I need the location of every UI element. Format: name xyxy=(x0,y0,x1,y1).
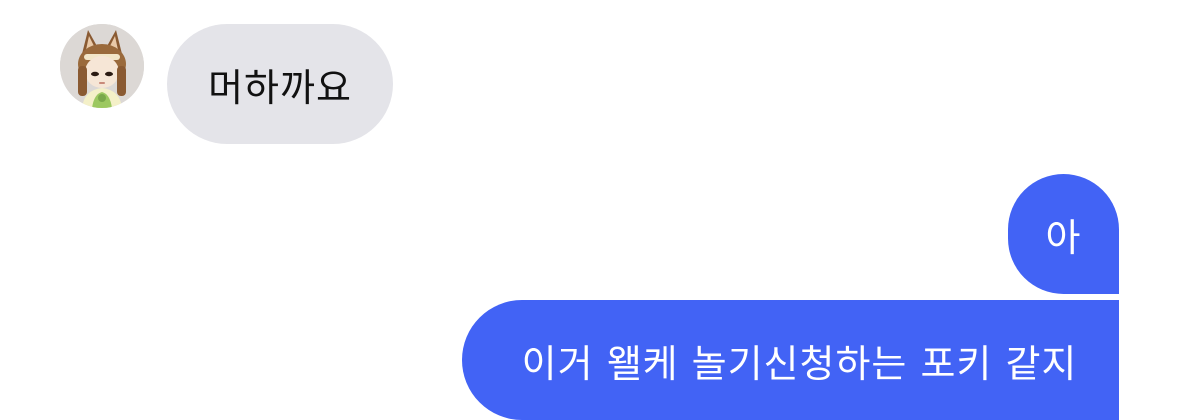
chat-thread: 머하까요 아 이거 왤케 놀기신청하는 포키 같지 xyxy=(0,0,1179,420)
contact-avatar[interactable] xyxy=(60,24,144,108)
incoming-message-bubble[interactable]: 머하까요 xyxy=(167,24,393,144)
avatar-image xyxy=(60,24,144,108)
outgoing-message-bubble[interactable]: 아 xyxy=(1008,174,1119,294)
outgoing-message-bubble[interactable]: 이거 왤케 놀기신청하는 포키 같지 xyxy=(462,300,1119,420)
message-text: 머하까요 xyxy=(208,65,352,110)
message-text: 아 xyxy=(1045,215,1082,260)
message-text: 이거 왤케 놀기신청하는 포키 같지 xyxy=(521,341,1078,386)
